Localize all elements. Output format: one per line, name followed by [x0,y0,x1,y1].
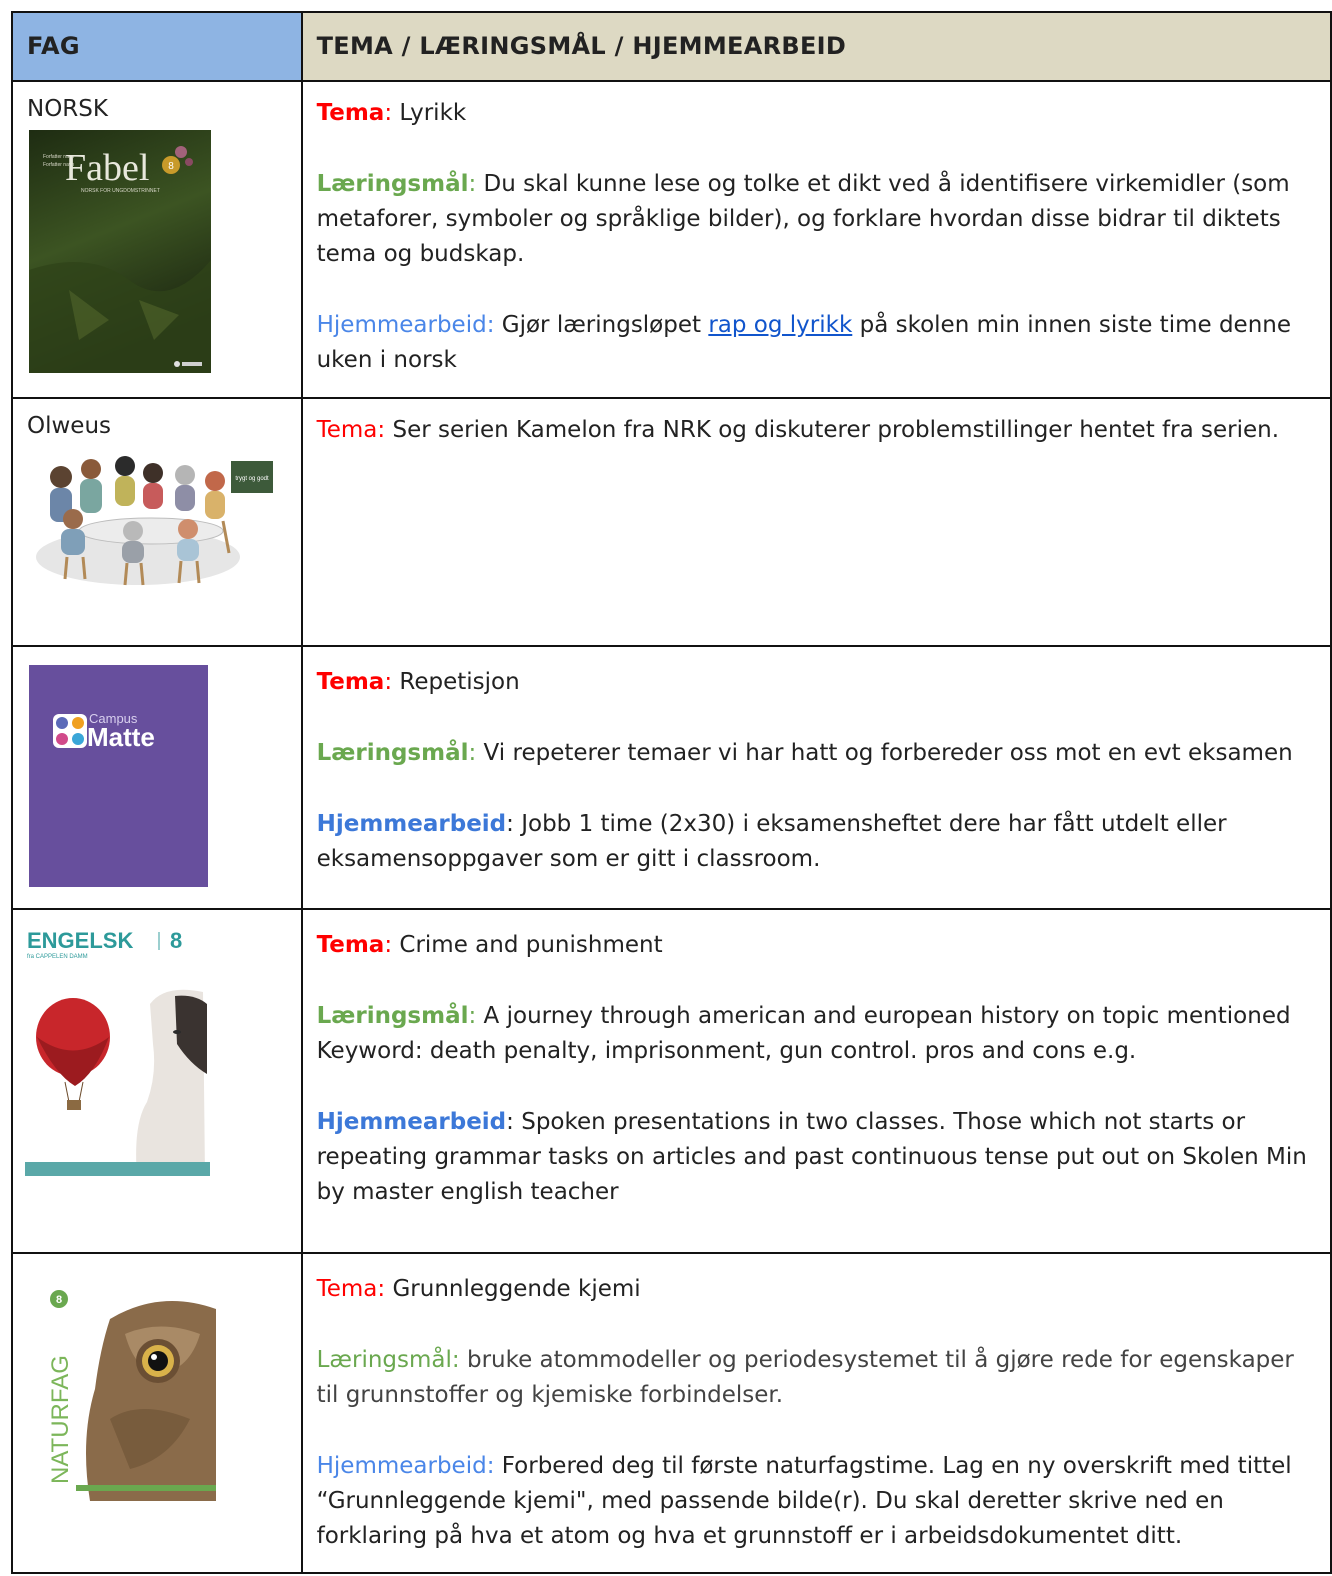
header-fag-label: FAG [27,32,80,60]
content-cell-matte: Tema: Repetisjon Læringsmål: Vi repetere… [300,645,1332,910]
naturfag-cover-title: NATURFAG [47,1355,74,1484]
header-tema: TEMA / LÆRINGSMÅL / HJEMMEARBEID [300,11,1332,82]
subject-cell-engelsk: ENGELSK 8 fra CAPPELEN DAMM [11,908,303,1254]
subject-cell-norsk: NORSK Forfatter navn Forfatter navn Fabe… [11,80,303,399]
maal-matte: Læringsmål: Vi repeterer temaer vi har h… [316,740,1293,766]
header-tema-label: TEMA / LÆRINGSMÅL / HJEMMEARBEID [316,32,847,60]
naturfag-book-cover: 8 NATURFAG [40,1279,216,1501]
matte-cover-title: Matte [87,722,155,752]
fabel-cover-subtitle: NORSK FOR UNGDOMSTRINNET [81,188,160,194]
fabel-book-cover: Forfatter navn Forfatter navn Fabel 8 NO… [29,130,211,373]
subject-label-olweus: Olweus [27,413,112,439]
hjem-norsk: Hjemmearbeid: Gjør læringsløpet rap og l… [316,312,1292,373]
maal-naturfag: Læringsmål: bruke atommodeller og period… [316,1347,1294,1408]
engelsk-cover-title: ENGELSK [27,928,133,953]
hjem-naturfag: Hjemmearbeid: Forbered deg til første na… [316,1453,1292,1549]
subject-cell-matte: Campus Matte [11,645,303,910]
campus-matte-book-cover: Campus Matte [29,665,208,887]
lesson-plan-document: FAG TEMA / LÆRINGSMÅL / HJEMMEARBEID NOR… [0,0,1332,1576]
tema-engelsk: Tema: Crime and punishment [316,932,663,958]
tema-naturfag: Tema: Grunnleggende kjemi [316,1276,641,1302]
engelsk-cover-publisher: fra CAPPELEN DAMM [27,954,88,960]
engelsk-cover-grade: 8 [170,928,182,953]
subject-cell-olweus: Olweus trygt og godt [11,397,303,647]
fabel-cover-title: Fabel [65,147,149,189]
fabel-cover-grade: 8 [168,161,174,172]
subject-label-norsk: NORSK [27,96,108,122]
header-fag: FAG [11,11,303,82]
content-cell-olweus: Tema: Ser serien Kamelon fra NRK og disk… [300,397,1332,647]
row-olweus: Olweus trygt og godt Tema: Ser serien Ka… [11,397,1332,647]
tema-matte: Tema: Repetisjon [316,669,520,695]
maal-norsk: Læringsmål: Du skal kunne lese og tolke … [316,171,1290,267]
hjem-matte: Hjemmearbeid: Jobb 1 time (2x30) i eksam… [316,811,1227,872]
tema-olweus: Tema: Ser serien Kamelon fra NRK og disk… [316,417,1280,443]
header-row: FAG TEMA / LÆRINGSMÅL / HJEMMEARBEID [11,11,1332,82]
olweus-board-text: trygt og godt [235,476,269,482]
content-cell-naturfag: Tema: Grunnleggende kjemi Læringsmål: br… [300,1252,1332,1574]
row-norsk: NORSK Forfatter navn Forfatter navn Fabe… [11,80,1332,399]
content-cell-norsk: Tema: Lyrikk Læringsmål: Du skal kunne l… [300,80,1332,399]
rap-og-lyrikk-link[interactable]: rap og lyrikk [708,312,852,338]
subject-cell-naturfag: 8 NATURFAG [11,1252,303,1574]
engelsk-book-cover: ENGELSK 8 fra CAPPELEN DAMM [25,924,210,1176]
row-engelsk: ENGELSK 8 fra CAPPELEN DAMM Tema: Crime … [11,908,1332,1254]
lesson-plan-table: FAG TEMA / LÆRINGSMÅL / HJEMMEARBEID NOR… [11,11,1332,1574]
naturfag-cover-grade: 8 [56,1294,62,1306]
tema-norsk: Tema: Lyrikk [316,100,467,126]
row-naturfag: 8 NATURFAG Tema: Grunnleggende kjemi Lær… [11,1252,1332,1574]
hjem-engelsk: Hjemmearbeid: Spoken presentations in tw… [316,1109,1307,1205]
content-cell-engelsk: Tema: Crime and punishment Læringsmål: A… [300,908,1332,1254]
row-matte: Campus Matte Tema: Repetisjon Læringsmål… [11,645,1332,910]
olweus-illustration: trygt og godt [36,456,273,586]
maal-engelsk: Læringsmål: A journey through american a… [316,1003,1291,1064]
